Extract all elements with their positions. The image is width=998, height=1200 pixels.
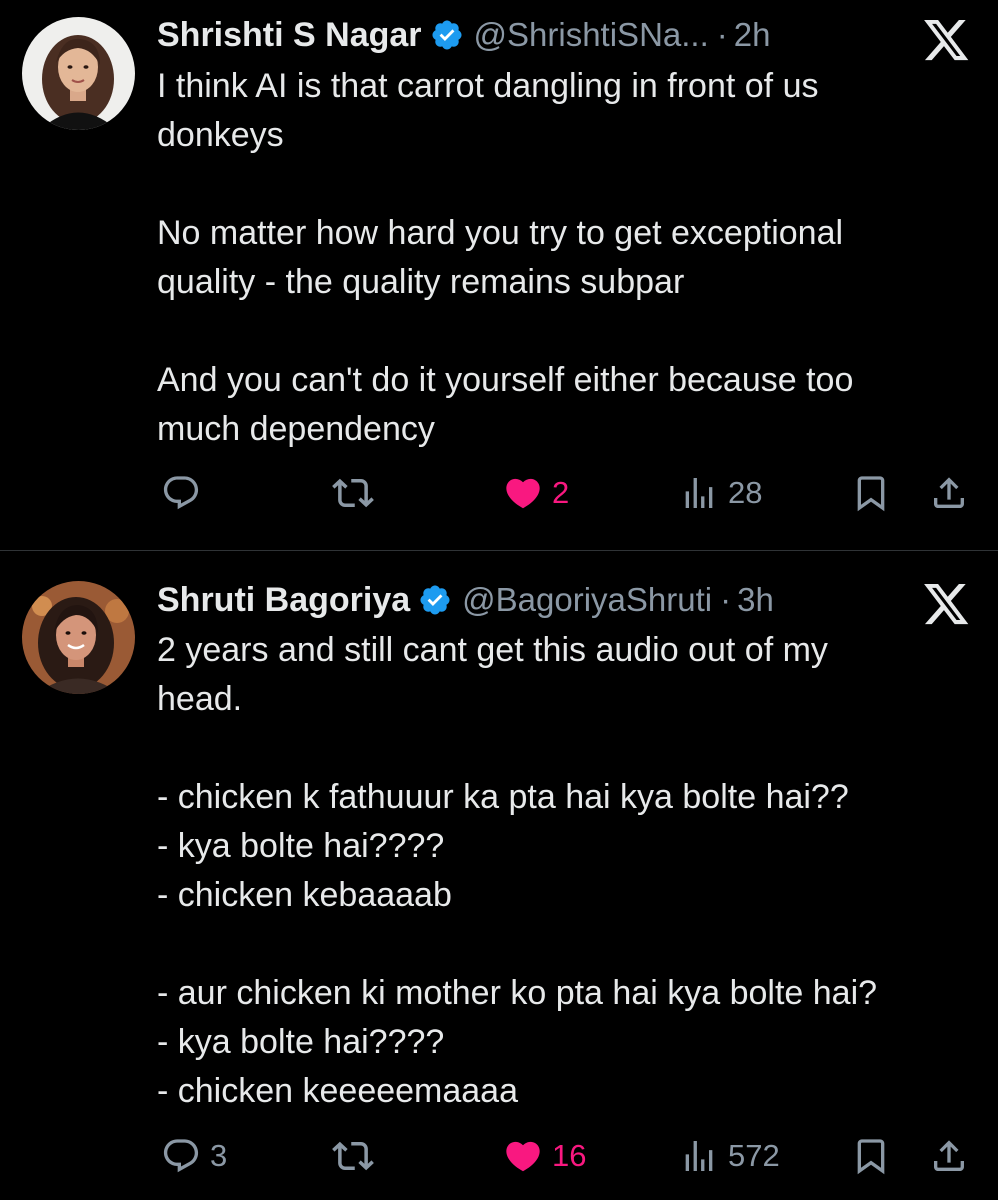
author-name[interactable]: Shrishti S Nagar (157, 16, 422, 55)
bookmark-icon (857, 1139, 885, 1175)
like-button[interactable]: 16 (503, 1131, 586, 1181)
share-button[interactable] (929, 1131, 969, 1181)
like-count: 16 (552, 1138, 587, 1173)
tweet-text-line: much dependency (157, 410, 435, 448)
views-icon (685, 1141, 713, 1171)
heart-icon (506, 1141, 540, 1172)
views-button[interactable]: 572 (679, 1131, 780, 1181)
tweet-text-line: head. (157, 680, 243, 718)
tweet-text-line: And you can't do it yourself either beca… (157, 361, 854, 399)
tweet-text-line: - chicken k fathuuur ka pta hai kya bolt… (157, 778, 849, 816)
tweet-actions: 3 16 572 (0, 1131, 998, 1181)
retweet-button[interactable] (332, 1131, 383, 1181)
tweet-text-line: - chicken kebaaaab (157, 876, 452, 914)
tweet-text-line: quality - the quality remains subpar (157, 263, 685, 301)
like-count: 2 (552, 475, 570, 510)
author-name[interactable]: Shruti Bagoriya (157, 581, 410, 620)
tweet-text-line: - chicken keeeeemaaaa (157, 1072, 519, 1110)
tweet-card[interactable]: Shrishti S Nagar @ShrishtiSNa... · 2h I … (0, 0, 998, 550)
timestamp[interactable]: 2h (734, 16, 771, 54)
heart-icon (506, 478, 540, 509)
reply-button[interactable]: 3 (161, 1131, 227, 1181)
reply-icon (163, 1139, 199, 1173)
x-logo-icon (924, 20, 970, 62)
author-handle[interactable]: @ShrishtiSNa... (474, 16, 709, 54)
tweet-text-line: donkeys (157, 116, 284, 154)
verified-badge-icon (430, 18, 464, 52)
tweet-text-line (157, 920, 977, 969)
tweet-text-line: 2 years and still cant get this audio ou… (157, 631, 828, 669)
tweet-text-line: No matter how hard you try to get except… (157, 214, 844, 252)
avatar[interactable] (22, 581, 135, 694)
tweet-text: I think AI is that carrot dangling in fr… (157, 62, 977, 454)
tweet-text-line (157, 160, 977, 209)
tweet-text-line: - aur chicken ki mother ko pta hai kya b… (157, 974, 878, 1012)
reply-count: 3 (210, 1138, 228, 1173)
reply-button[interactable] (161, 468, 210, 518)
tweet-actions: 2 28 (0, 468, 998, 518)
tweet-text-line: - kya bolte hai???? (157, 827, 445, 865)
avatar[interactable] (22, 17, 135, 130)
views-button[interactable]: 28 (679, 468, 762, 518)
retweet-icon (332, 1141, 374, 1171)
tweet-text: 2 years and still cant get this audio ou… (157, 626, 977, 1116)
x-logo-icon (924, 584, 970, 626)
retweet-button[interactable] (332, 468, 383, 518)
bookmark-icon (857, 476, 885, 512)
tweet-header: Shrishti S Nagar @ShrishtiSNa... · 2h (157, 10, 770, 60)
author-handle[interactable]: @BagoriyaShruti (462, 581, 712, 619)
share-icon (934, 477, 964, 508)
tweet-text-line: I think AI is that carrot dangling in fr… (157, 67, 819, 105)
verified-badge-icon (418, 583, 452, 617)
share-button[interactable] (929, 468, 969, 518)
reply-icon (163, 476, 199, 510)
separator-dot: · (716, 16, 728, 53)
timestamp[interactable]: 3h (737, 581, 774, 619)
like-button[interactable]: 2 (503, 468, 569, 518)
bookmark-button[interactable] (851, 468, 891, 518)
separator-dot: · (720, 581, 732, 618)
retweet-icon (332, 478, 374, 508)
tweet-text-line (157, 724, 977, 773)
view-count: 28 (728, 475, 763, 510)
tweet-card[interactable]: Shruti Bagoriya @BagoriyaShruti · 3h 2 y… (0, 551, 998, 1200)
view-count: 572 (728, 1138, 780, 1173)
tweet-text-line (157, 307, 977, 356)
views-icon (685, 478, 713, 508)
tweet-header: Shruti Bagoriya @BagoriyaShruti · 3h (157, 575, 774, 625)
bookmark-button[interactable] (851, 1131, 891, 1181)
tweet-text-line: - kya bolte hai???? (157, 1023, 445, 1061)
share-icon (934, 1140, 964, 1171)
